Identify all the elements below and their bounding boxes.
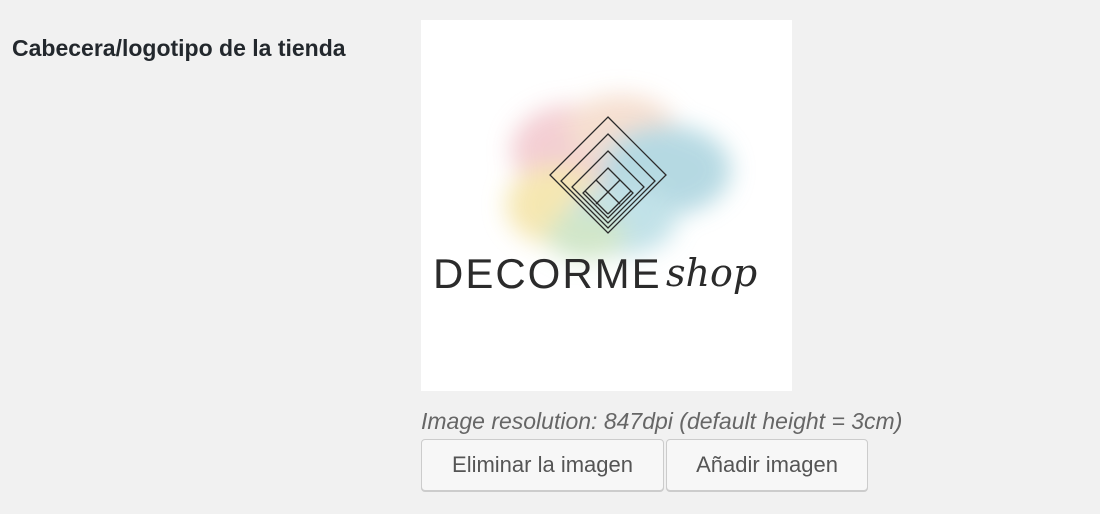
watercolor-splash xyxy=(506,95,731,260)
logo-preview: DECORME shop xyxy=(421,20,792,391)
shop-logo-setting-row: Cabecera/logotipo de la tienda DECORME s… xyxy=(0,0,1100,514)
logo-script-text: shop xyxy=(666,251,757,295)
logo-brand-text: DECORME xyxy=(433,250,662,297)
button-row: Eliminar la imagen Añadir imagen xyxy=(421,439,902,491)
remove-image-button[interactable]: Eliminar la imagen xyxy=(421,439,664,491)
logo-image: DECORME shop xyxy=(433,95,757,297)
field-label: Cabecera/logotipo de la tienda xyxy=(12,35,346,61)
field-body: DECORME shop Image resolution: 847dpi (d… xyxy=(421,20,902,491)
add-image-button[interactable]: Añadir imagen xyxy=(666,439,868,491)
image-resolution-note: Image resolution: 847dpi (default height… xyxy=(421,408,903,434)
